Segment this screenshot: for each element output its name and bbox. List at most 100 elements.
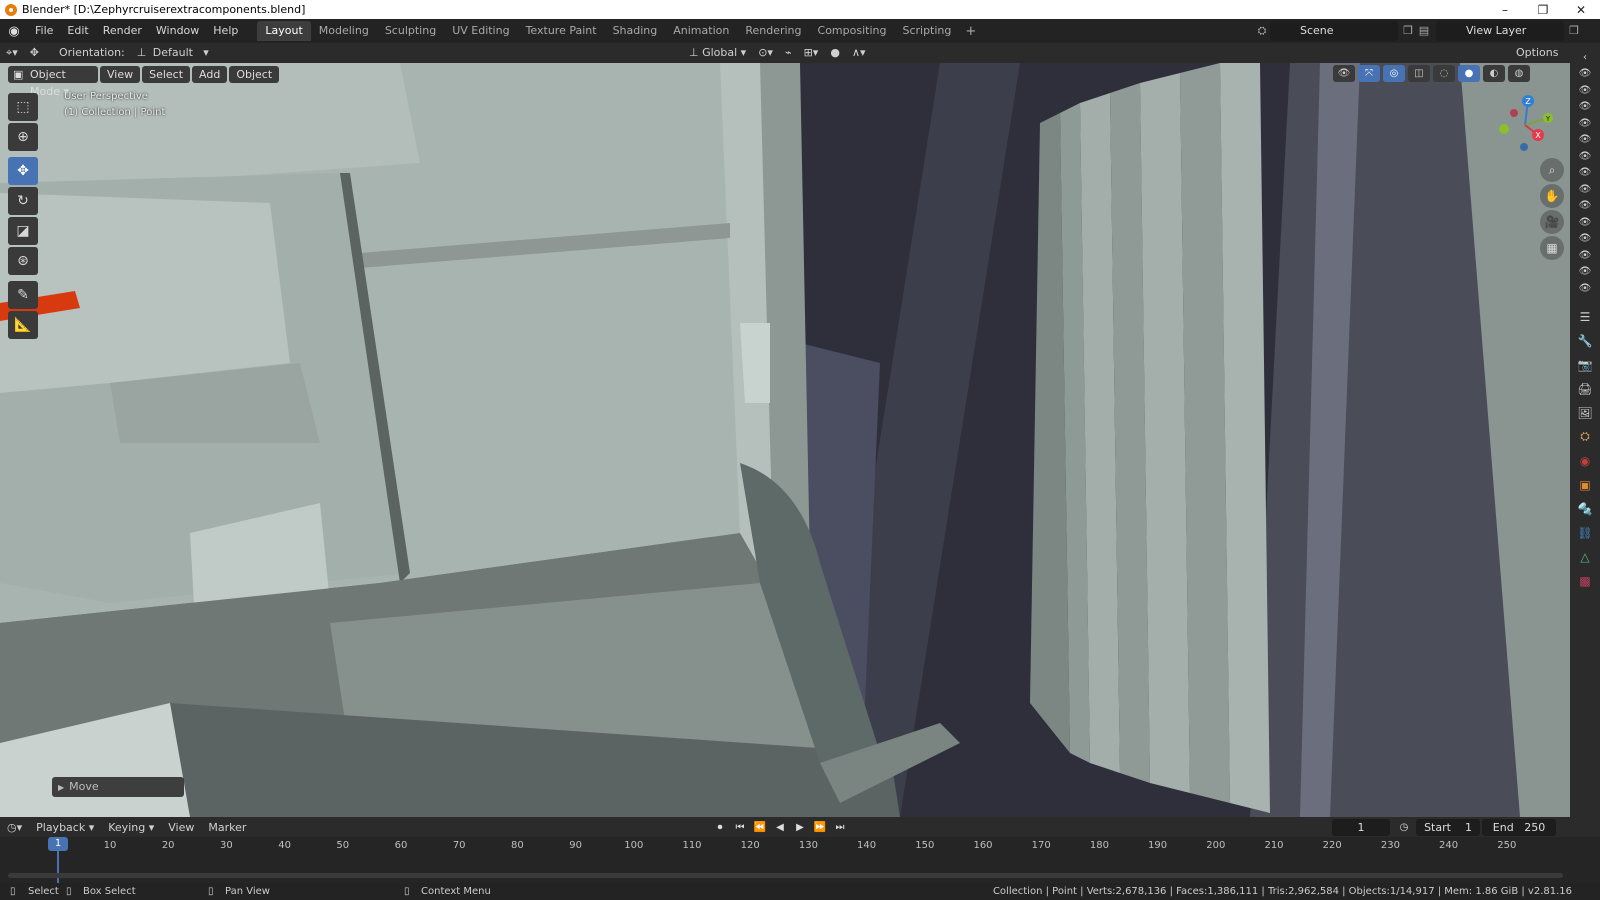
cursor-tool-icon[interactable]: ⊕ xyxy=(8,123,38,151)
collapse-panel-icon[interactable]: ‹ xyxy=(1570,49,1600,66)
tab-layout[interactable]: Layout xyxy=(257,21,311,41)
scene-properties-icon[interactable]: ⛭ xyxy=(1570,425,1600,449)
falloff-icon[interactable]: ∧▾ xyxy=(846,44,872,62)
object-mode-select[interactable]: ▣ Object Mode ▾ xyxy=(8,65,98,98)
start-frame-field[interactable]: Start 1 xyxy=(1416,819,1480,836)
viewport-menu-select[interactable]: Select xyxy=(142,65,191,83)
world-properties-icon[interactable]: ◉ xyxy=(1570,449,1600,473)
solid-shading-icon[interactable]: ● xyxy=(1458,65,1480,82)
viewport-menu-view[interactable]: View xyxy=(100,65,141,83)
new-scene-icon[interactable]: ❐ xyxy=(1400,23,1416,39)
viewport-menu-add[interactable]: Add xyxy=(192,65,228,83)
tab-modeling[interactable]: Modeling xyxy=(311,21,377,41)
visibility-eye-icon[interactable]: 👁 xyxy=(1570,198,1600,215)
object-properties-icon[interactable]: ▣ xyxy=(1570,473,1600,497)
menu-edit[interactable]: Edit xyxy=(60,19,95,43)
visibility-eye-icon[interactable]: 👁 xyxy=(1570,148,1600,165)
visibility-eye-icon[interactable]: 👁 xyxy=(1570,165,1600,182)
overlays-toggle-icon[interactable]: ◎ xyxy=(1383,65,1405,82)
render-properties-icon[interactable]: 📷 xyxy=(1570,353,1600,377)
visibility-eye-icon[interactable]: 👁 xyxy=(1570,280,1600,297)
visibility-eye-icon[interactable]: 👁 xyxy=(1570,264,1600,281)
visibility-eye-icon[interactable]: 👁 xyxy=(1570,181,1600,198)
preview-range-icon[interactable]: ◷ xyxy=(1396,819,1412,835)
menu-file[interactable]: File xyxy=(28,19,60,43)
pivot-point-icon[interactable]: ⊙▾ xyxy=(752,44,779,62)
texture-properties-icon[interactable]: ▩ xyxy=(1570,569,1600,593)
zoom-icon[interactable]: ⌕ xyxy=(1540,158,1564,182)
new-view-layer-icon[interactable]: ❐ xyxy=(1566,23,1582,39)
visibility-eye-icon[interactable]: 👁 xyxy=(1570,115,1600,132)
rendered-shading-icon[interactable]: ◍ xyxy=(1508,65,1530,82)
jump-keyframe-forward-icon[interactable]: ⏩ xyxy=(812,819,828,835)
scene-name-field[interactable]: Scene xyxy=(1270,21,1398,41)
move-tool-icon[interactable]: ✥ xyxy=(24,44,45,62)
annotate-tool-icon[interactable]: ✎ xyxy=(8,281,38,309)
tab-uv-editing[interactable]: UV Editing xyxy=(444,21,517,41)
transform-orientation-select[interactable]: ⊥ Global ▾ xyxy=(683,44,752,62)
timeline-editor-icon[interactable]: ◷▾ xyxy=(0,821,29,834)
visibility-eye-icon[interactable]: 👁 xyxy=(1570,247,1600,264)
proportional-edit-icon[interactable]: ● xyxy=(824,44,846,62)
gizmo-toggle-icon[interactable]: ⤧ xyxy=(1358,65,1380,82)
output-properties-icon[interactable]: 🖨 xyxy=(1570,377,1600,401)
view-layer-selector-icon[interactable]: ▤ xyxy=(1416,23,1432,39)
visibility-eye-icon[interactable]: 👁 xyxy=(1570,214,1600,231)
tool-properties-icon[interactable]: 🔧 xyxy=(1570,329,1600,353)
record-icon[interactable]: ⏺ xyxy=(712,819,728,835)
gizmo-neg-y-axis[interactable] xyxy=(1499,124,1509,134)
play-icon[interactable]: ▶ xyxy=(792,819,808,835)
jump-start-icon[interactable]: ⏮ xyxy=(732,819,748,835)
scene-selector-icon[interactable]: ⛭ xyxy=(1254,23,1270,39)
view-layer-field[interactable]: View Layer xyxy=(1436,21,1564,41)
gizmo-neg-x-axis[interactable] xyxy=(1510,109,1518,117)
maximize-button[interactable]: ❐ xyxy=(1524,0,1562,19)
jump-end-icon[interactable]: ⏭ xyxy=(832,819,848,835)
editor-type-icon[interactable]: ⌖▾ xyxy=(0,44,24,62)
select-box-tool-icon[interactable]: ⬚ xyxy=(8,93,38,121)
rotate-tool-icon[interactable]: ↻ xyxy=(8,187,38,215)
close-button[interactable]: ✕ xyxy=(1562,0,1600,19)
play-reverse-icon[interactable]: ◀ xyxy=(772,819,788,835)
timeline-menu-playback[interactable]: Playback ▾ xyxy=(29,821,101,834)
snap-toggle-icon[interactable]: ⌁ xyxy=(779,44,798,62)
tab-animation[interactable]: Animation xyxy=(665,21,737,41)
visibility-eye-icon[interactable]: 👁 xyxy=(1570,132,1600,149)
timeline-menu-view[interactable]: View xyxy=(161,821,201,834)
camera-view-icon[interactable]: 🎥 xyxy=(1540,210,1564,234)
timeline-scrollbar[interactable] xyxy=(8,873,1563,878)
timeline-playhead[interactable]: 1 xyxy=(48,837,68,851)
wireframe-shading-icon[interactable]: ◌ xyxy=(1433,65,1455,82)
end-frame-field[interactable]: End 250 xyxy=(1482,819,1556,836)
timeline-menu-marker[interactable]: Marker xyxy=(201,821,253,834)
data-properties-icon[interactable]: △ xyxy=(1570,545,1600,569)
tab-texture-paint[interactable]: Texture Paint xyxy=(518,21,605,41)
ortho-grid-icon[interactable]: ▦ xyxy=(1540,236,1564,260)
transform-tool-icon[interactable]: ⊛ xyxy=(8,247,38,275)
menu-window[interactable]: Window xyxy=(149,19,206,43)
last-operator-panel[interactable]: ▶ Move xyxy=(52,777,184,797)
tab-rendering[interactable]: Rendering xyxy=(737,21,809,41)
modifier-properties-icon[interactable]: 🔩 xyxy=(1570,497,1600,521)
visibility-eye-icon[interactable]: 👁 xyxy=(1570,231,1600,248)
scale-tool-icon[interactable]: ◪ xyxy=(8,217,38,245)
xray-toggle-icon[interactable]: ◫ xyxy=(1408,65,1430,82)
move-tool-active-icon[interactable]: ✥ xyxy=(8,157,38,185)
measure-tool-icon[interactable]: 📐 xyxy=(8,311,38,339)
visibility-eye-icon[interactable]: 👁 xyxy=(1570,82,1600,99)
orientation-select[interactable]: ⊥ Default ▾ xyxy=(130,44,211,62)
timeline-ruler[interactable]: 1 10 20 30 40 50 60 70 80 90 100 110 120 130 140 150 16… xyxy=(0,837,1600,883)
timeline-menu-keying[interactable]: Keying ▾ xyxy=(101,821,161,834)
constraint-properties-icon[interactable]: ⛓ xyxy=(1570,521,1600,545)
visibility-icon[interactable]: 👁 xyxy=(1333,65,1355,82)
viewport-menu-object[interactable]: Object xyxy=(229,65,280,83)
3d-viewport[interactable]: ▣ Object Mode ▾ View Select Add Object U… xyxy=(0,63,1570,817)
view-layer-properties-icon[interactable]: 🖼 xyxy=(1570,401,1600,425)
navigation-gizmo[interactable]: Z Y X xyxy=(1490,93,1560,153)
tab-sculpting[interactable]: Sculpting xyxy=(377,21,444,41)
tab-scripting[interactable]: Scripting xyxy=(894,21,959,41)
gizmo-neg-z-axis[interactable] xyxy=(1520,143,1528,151)
menu-help[interactable]: Help xyxy=(206,19,245,43)
add-workspace-button[interactable]: + xyxy=(959,24,982,39)
pan-hand-icon[interactable]: ✋ xyxy=(1540,184,1564,208)
